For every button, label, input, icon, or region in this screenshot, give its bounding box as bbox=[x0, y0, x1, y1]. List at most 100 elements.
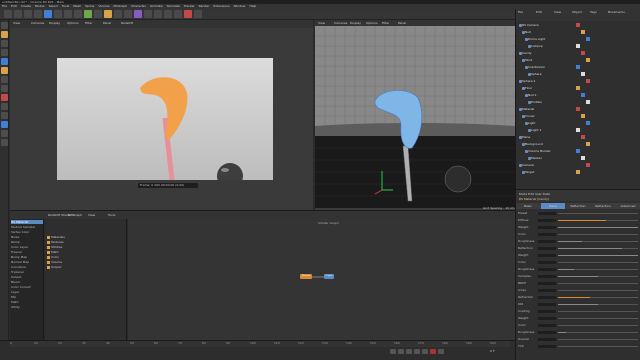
attribute-tabs[interactable]: Basic Base Reflection Refraction Advanced bbox=[516, 203, 640, 209]
tool-button[interactable] bbox=[1, 112, 8, 119]
object-menu-item[interactable]: Bookmarks bbox=[608, 10, 625, 14]
palette-item[interactable]: Ramp bbox=[11, 240, 43, 244]
palette-item[interactable]: Math bbox=[11, 300, 43, 304]
attribute-slider[interactable] bbox=[558, 248, 638, 249]
object-row[interactable]: Lollipop bbox=[528, 44, 543, 49]
graph-menu-item[interactable]: Edit bbox=[68, 213, 74, 217]
attribute-field[interactable] bbox=[538, 261, 556, 264]
node-categories[interactable]: Materials Textures Utilities Math Color Volum… bbox=[45, 219, 127, 341]
toolbar-button[interactable] bbox=[134, 10, 142, 18]
tool-button[interactable] bbox=[1, 130, 8, 137]
attribute-field[interactable] bbox=[538, 226, 556, 229]
toolbar-button[interactable] bbox=[114, 10, 122, 18]
attribute-slider[interactable] bbox=[558, 241, 638, 242]
tool-button[interactable] bbox=[1, 67, 8, 74]
attribute-field[interactable] bbox=[538, 282, 556, 285]
category-item[interactable]: Math bbox=[47, 250, 59, 254]
timeline[interactable]: 0 10 20 30 40 50 60 70 80 90 100 110 120 130 140 150 160… bbox=[0, 340, 515, 360]
tag-icon[interactable] bbox=[581, 156, 585, 160]
tool-button[interactable] bbox=[1, 49, 8, 56]
attribute-field[interactable] bbox=[538, 331, 556, 334]
palette-item[interactable]: RS Material bbox=[11, 220, 43, 224]
palette-item[interactable]: Bump Map bbox=[11, 255, 43, 259]
tag-icon[interactable] bbox=[576, 128, 580, 132]
attribute-slider[interactable] bbox=[558, 262, 638, 263]
object-row[interactable]: Floor bbox=[521, 86, 532, 91]
tool-button[interactable] bbox=[1, 40, 8, 47]
palette-item[interactable]: Fresnel bbox=[11, 250, 43, 254]
attribute-slider[interactable] bbox=[558, 325, 638, 326]
tag-icon[interactable] bbox=[586, 37, 590, 41]
tag-icon[interactable] bbox=[586, 142, 590, 146]
palette-item[interactable]: Mix bbox=[11, 295, 43, 299]
toolbar-button[interactable] bbox=[174, 10, 182, 18]
graph-menu-item[interactable]: Tools bbox=[108, 213, 115, 217]
attribute-slider[interactable] bbox=[558, 339, 638, 340]
attribute-slider[interactable] bbox=[558, 332, 638, 333]
viewport-menu-item[interactable]: Display bbox=[49, 21, 60, 25]
tag-icon[interactable] bbox=[576, 149, 580, 153]
attribute-field[interactable] bbox=[538, 233, 556, 236]
tag-icon[interactable] bbox=[581, 135, 585, 139]
record-frame-button[interactable] bbox=[430, 349, 436, 354]
viewport-menu-item[interactable]: Options bbox=[67, 21, 79, 25]
attribute-field[interactable] bbox=[538, 212, 556, 215]
play-frame-button[interactable] bbox=[406, 349, 412, 354]
object-row[interactable]: Light.1 bbox=[527, 128, 541, 133]
palette-item[interactable]: Vertex Color bbox=[11, 230, 43, 234]
node-palette[interactable]: RS Material Texture Sampler Vertex Color No… bbox=[10, 219, 44, 341]
object-row[interactable]: Light bbox=[525, 121, 536, 126]
object-row[interactable]: Material bbox=[518, 107, 534, 112]
object-tree[interactable]: RS Camera Null Dome Light Lollipop Candy Stic… bbox=[516, 21, 640, 189]
toolbar-button[interactable] bbox=[164, 10, 172, 18]
tag-icon[interactable] bbox=[586, 100, 590, 104]
object-menu-item[interactable]: Edit bbox=[536, 10, 542, 14]
render-canvas[interactable] bbox=[57, 58, 273, 189]
attribute-tab[interactable]: Advanced bbox=[616, 203, 640, 209]
viewport-menu-item[interactable]: Options bbox=[366, 21, 378, 25]
object-row[interactable]: Sphere bbox=[528, 72, 542, 77]
toolbar-button[interactable] bbox=[154, 10, 162, 18]
tool-button[interactable] bbox=[1, 103, 8, 110]
toolbar-button[interactable] bbox=[54, 10, 62, 18]
tag-icon[interactable] bbox=[586, 163, 590, 167]
viewport-menu-item[interactable]: Display bbox=[350, 21, 361, 25]
viewport-menu-item[interactable]: View bbox=[13, 21, 20, 25]
category-item[interactable]: Materials bbox=[47, 235, 65, 239]
viewport-menu-item[interactable]: Panel bbox=[398, 21, 406, 25]
toolbar-button[interactable] bbox=[14, 10, 22, 18]
toolbar-button[interactable] bbox=[144, 10, 152, 18]
object-row[interactable]: Emitter bbox=[527, 100, 542, 105]
viewport-menu-item[interactable]: Filter bbox=[382, 21, 389, 25]
tag-icon[interactable] bbox=[586, 79, 590, 83]
attribute-slider[interactable] bbox=[558, 290, 638, 291]
tag-icon[interactable] bbox=[581, 51, 585, 55]
prev-frame-button[interactable] bbox=[398, 349, 404, 354]
palette-item[interactable]: Layer bbox=[11, 290, 43, 294]
object-row[interactable]: Subdivision bbox=[524, 65, 545, 70]
object-menu-item[interactable]: File bbox=[518, 10, 523, 14]
attribute-field[interactable] bbox=[538, 296, 556, 299]
toolbar-button[interactable] bbox=[4, 10, 12, 18]
object-row[interactable]: Candy bbox=[519, 51, 532, 56]
attribute-field[interactable] bbox=[538, 254, 556, 257]
toolbar-button[interactable] bbox=[44, 10, 52, 18]
attribute-slider[interactable] bbox=[558, 234, 638, 235]
attribute-field[interactable] bbox=[538, 268, 556, 271]
attribute-slider[interactable] bbox=[558, 269, 638, 270]
palette-item[interactable]: Normal Map bbox=[11, 260, 43, 264]
tool-button[interactable] bbox=[1, 121, 8, 128]
next-frame-button[interactable] bbox=[414, 349, 420, 354]
attribute-slider[interactable] bbox=[558, 255, 638, 256]
object-row[interactable]: Mesher bbox=[528, 156, 542, 161]
toolbar-button[interactable] bbox=[84, 10, 92, 18]
tool-button[interactable] bbox=[1, 31, 8, 38]
palette-item[interactable]: Curvature bbox=[11, 265, 43, 269]
attribute-slider[interactable] bbox=[558, 213, 638, 214]
perspective-viewport[interactable]: View Cameras Display Options Filter Panel Gri… bbox=[315, 20, 515, 215]
attribute-slider[interactable] bbox=[558, 304, 638, 305]
palette-item[interactable]: Color Correct bbox=[11, 285, 43, 289]
object-row[interactable]: Volume Builder bbox=[525, 149, 551, 154]
attribute-slider[interactable] bbox=[558, 311, 638, 312]
attribute-field[interactable] bbox=[538, 345, 556, 348]
